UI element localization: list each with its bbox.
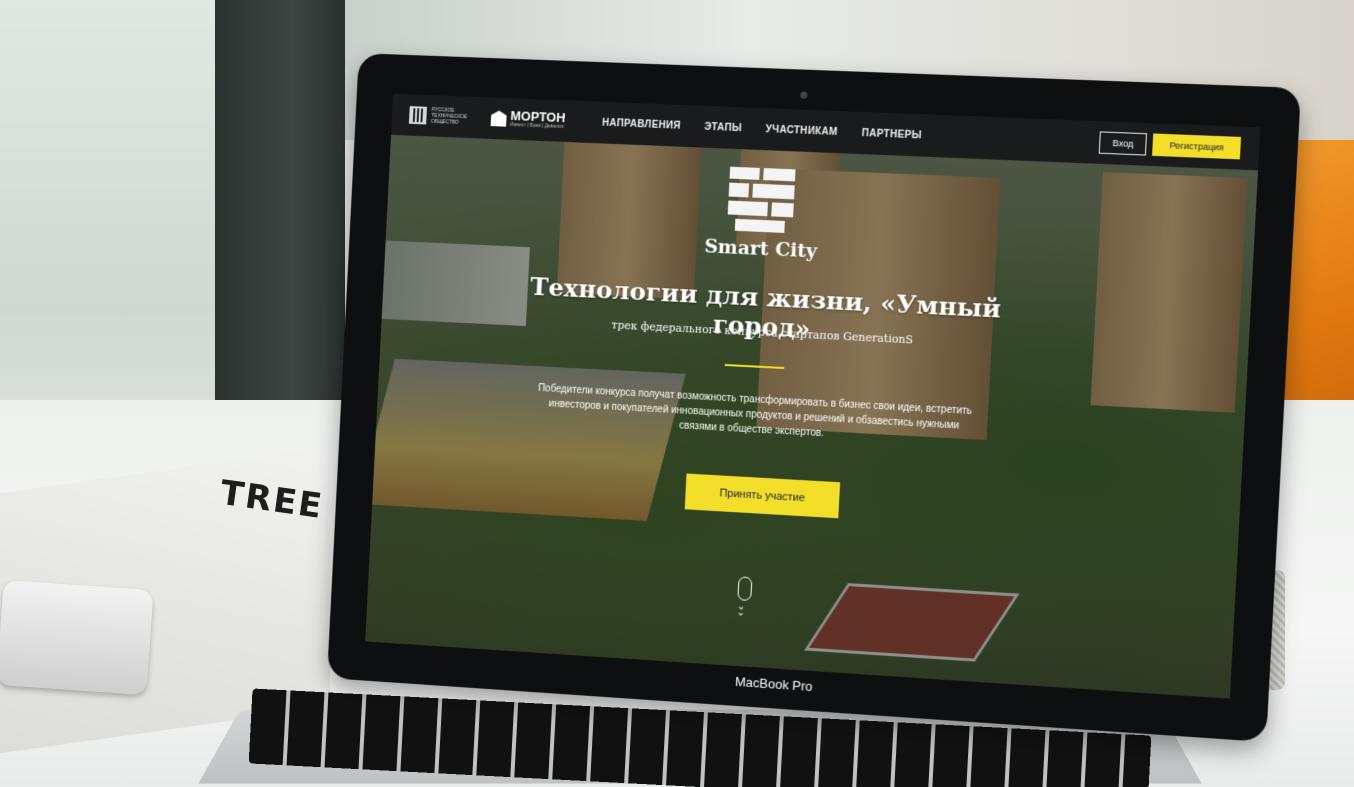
morton-logo[interactable]: МОРТОН Инвест | Банк | Девелоп [491,108,566,131]
morton-logo-subtext: Инвест | Банк | Девелоп [509,121,565,131]
camera-icon [800,91,808,99]
scroll-down-arrow-icon[interactable]: ⌄ ⌄ [736,601,745,618]
rto-logo[interactable]: РУССКОЕ ТЕХНИЧЕСКОЕ ОБЩЕСТВО [408,106,470,126]
website-screen: РУССКОЕ ТЕХНИЧЕСКОЕ ОБЩЕСТВО МОРТОН Инве… [365,93,1261,699]
morton-emblem-icon [491,110,507,126]
laptop: РУССКОЕ ТЕХНИЧЕСКОЕ ОБЩЕСТВО МОРТОН Инве… [327,53,1302,743]
rto-emblem-icon [408,106,428,125]
auth-buttons: Вход Регистрация [1098,131,1242,160]
nav-link-participants[interactable]: УЧАСТНИКАМ [765,124,838,138]
login-button[interactable]: Вход [1098,131,1148,156]
scroll-mouse-icon[interactable] [737,576,753,602]
nav-link-partners[interactable]: ПАРТНЕРЫ [861,127,922,140]
register-button[interactable]: Регистрация [1152,133,1242,160]
rto-logo-text: РУССКОЕ ТЕХНИЧЕСКОЕ ОБЩЕСТВО [430,106,468,126]
smartphone [0,579,154,696]
main-nav: НАПРАВЛЕНИЯ ЭТАПЫ УЧАСТНИКАМ ПАРТНЕРЫ [602,117,922,141]
nav-link-stages[interactable]: ЭТАПЫ [704,121,742,133]
nav-link-directions[interactable]: НАПРАВЛЕНИЯ [602,117,681,131]
smart-city-logo-icon [726,166,796,234]
laptop-brand-label: MacBook Pro [734,673,813,695]
background-window-frame [215,0,345,400]
